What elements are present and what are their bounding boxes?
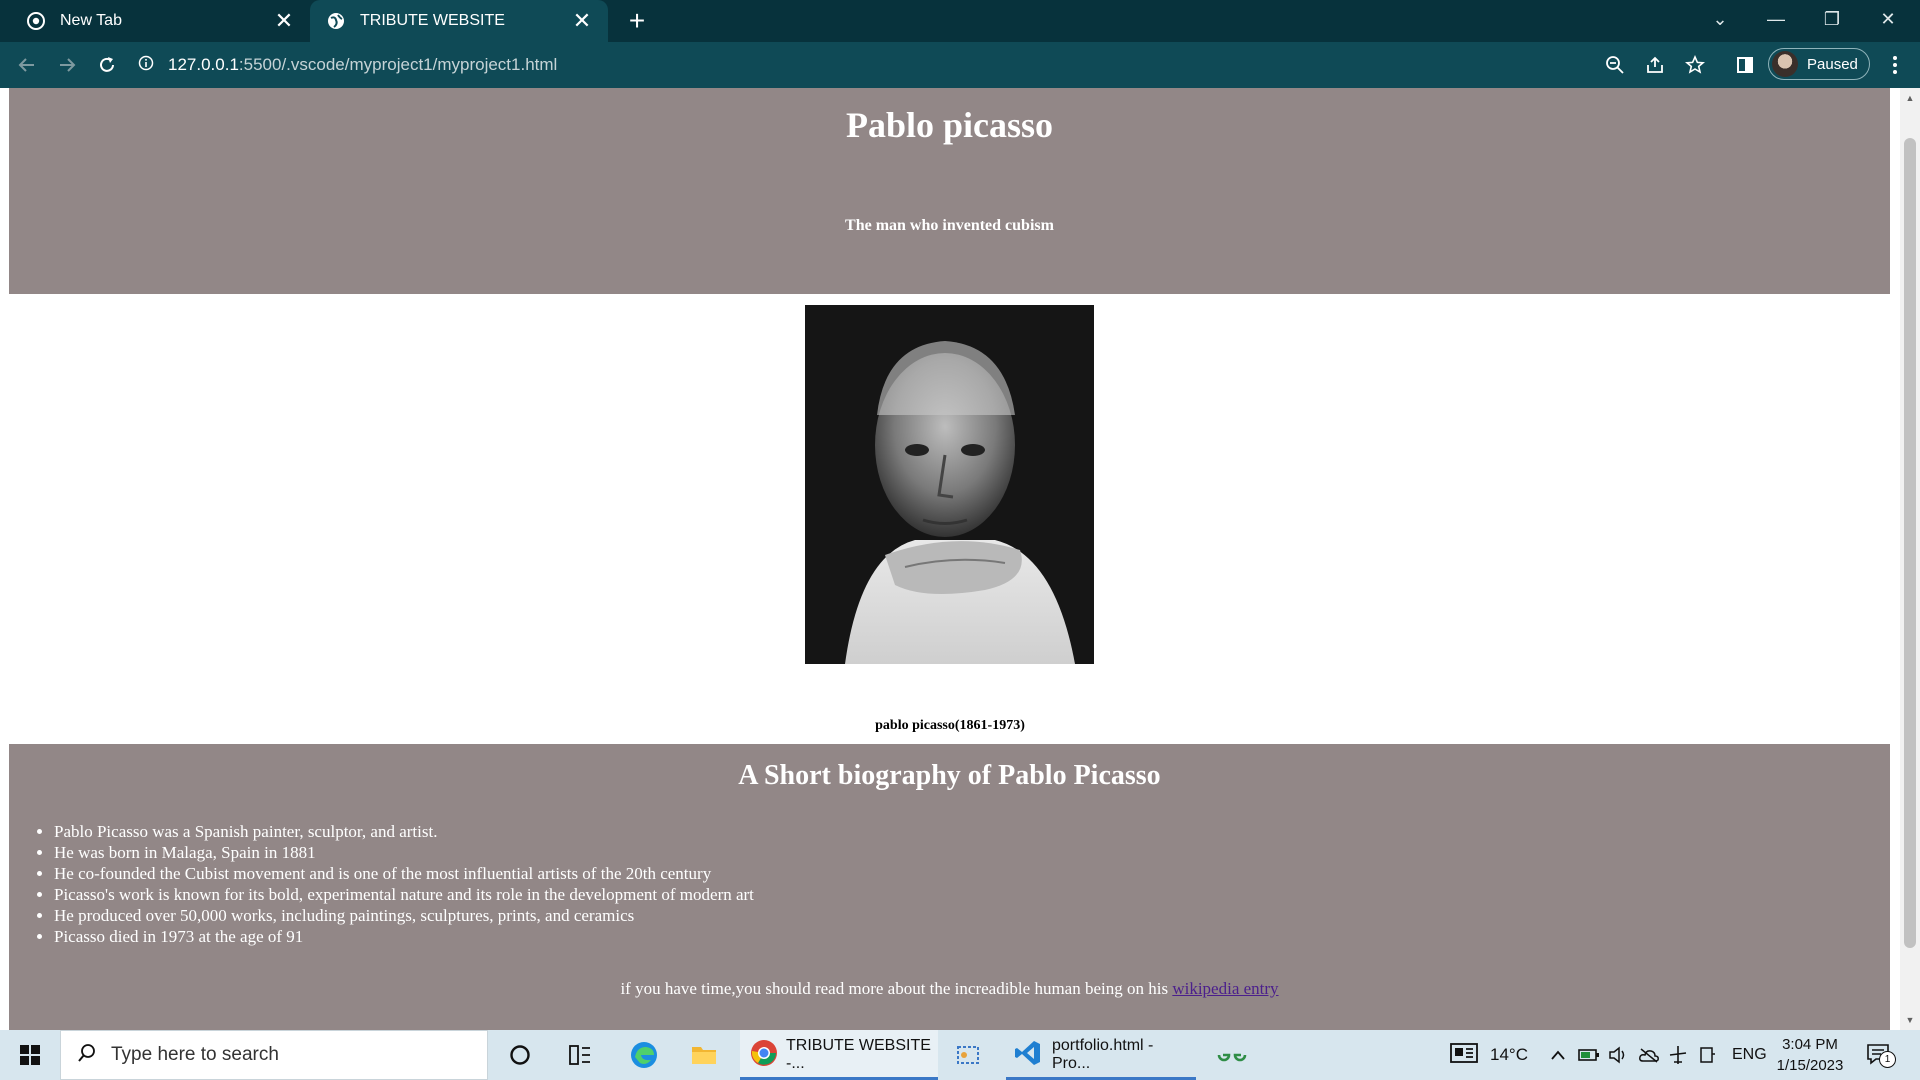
notification-icon: 1: [1866, 1042, 1896, 1068]
scroll-up-icon[interactable]: ▲: [1900, 90, 1920, 106]
device-icon[interactable]: [1698, 1030, 1716, 1080]
tray-overflow-icon[interactable]: [1550, 1030, 1566, 1080]
clock[interactable]: 3:04 PM 1/15/2023: [1760, 1034, 1860, 1076]
profile-label: Paused: [1807, 55, 1858, 73]
header-section: Pablo picasso The man who invented cubis…: [9, 88, 1890, 294]
page-scrollbar[interactable]: ▲ ▼: [1900, 88, 1920, 1030]
taskbar-search[interactable]: Type here to search: [60, 1030, 488, 1080]
close-window-button[interactable]: ✕: [1860, 0, 1916, 38]
search-placeholder: Type here to search: [111, 1044, 279, 1065]
close-icon[interactable]: ✕: [570, 8, 594, 33]
bookmark-star-icon[interactable]: [1680, 50, 1710, 80]
list-item: Picasso died in 1973 at the age of 91: [54, 926, 754, 947]
notification-center-button[interactable]: 1: [1866, 1030, 1896, 1080]
page-subtitle: The man who invented cubism: [845, 217, 1054, 234]
list-item: He produced over 50,000 works, including…: [54, 905, 754, 926]
list-item: Picasso's work is known for its bold, ex…: [54, 884, 754, 905]
taskbar-item-vscode[interactable]: portfolio.html - Pro...: [1006, 1030, 1196, 1080]
biography-section: A Short biography of Pablo Picasso Pablo…: [9, 744, 1890, 1030]
page-title: Pablo picasso: [845, 105, 1054, 145]
wikipedia-link[interactable]: wikipedia entry: [1172, 979, 1278, 998]
biography-list: Pablo Picasso was a Spanish painter, scu…: [9, 821, 754, 947]
search-icon: [77, 1043, 97, 1068]
cortana-icon[interactable]: [496, 1030, 544, 1080]
tab-tribute-website[interactable]: TRIBUTE WEBSITE ✕: [310, 0, 608, 42]
list-item: Pablo Picasso was a Spanish painter, scu…: [54, 821, 754, 842]
clock-time: 3:04 PM: [1782, 1036, 1838, 1053]
globe-icon: [326, 11, 346, 31]
tab-new-tab[interactable]: New Tab ✕: [10, 0, 310, 42]
scrollbar-thumb[interactable]: [1904, 138, 1916, 948]
geeksforgeeks-icon[interactable]: [1208, 1030, 1256, 1080]
windows-icon: [20, 1045, 40, 1065]
scroll-down-icon[interactable]: ▼: [1900, 1012, 1920, 1028]
arrow-left-icon: [18, 58, 34, 72]
avatar: [1772, 51, 1798, 77]
clock-date: 1/15/2023: [1776, 1057, 1844, 1074]
zoom-icon[interactable]: [1600, 50, 1630, 80]
side-panel-icon[interactable]: [1730, 50, 1760, 80]
biography-heading: A Short biography of Pablo Picasso: [738, 760, 1161, 791]
chrome-icon: [26, 11, 46, 31]
address-bar[interactable]: 127.0.0.1:5500/.vscode/myproject1/myproj…: [138, 47, 1438, 83]
edge-icon[interactable]: [620, 1030, 668, 1080]
info-icon[interactable]: [138, 55, 154, 76]
windows-taskbar: Type here to search TRIBUTE WEBSITE -...…: [0, 1030, 1920, 1080]
list-item: He co-founded the Cubist movement and is…: [54, 863, 754, 884]
reload-icon: [100, 57, 114, 72]
profile-button[interactable]: Paused: [1768, 48, 1870, 80]
taskbar-item-chrome[interactable]: TRIBUTE WEBSITE -...: [740, 1030, 938, 1080]
chrome-icon: [750, 1039, 778, 1072]
url-text: 127.0.0.1:5500/.vscode/myproject1/myproj…: [168, 55, 558, 74]
battery-icon[interactable]: [1578, 1030, 1600, 1080]
arrow-right-icon: [60, 58, 76, 72]
airplane-mode-icon[interactable]: [1668, 1030, 1688, 1080]
back-button[interactable]: [12, 50, 42, 80]
image-caption: pablo picasso(1861-1973): [875, 718, 1025, 733]
tab-title: TRIBUTE WEBSITE: [360, 12, 505, 29]
tab-title: New Tab: [60, 12, 122, 29]
vscode-icon: [1014, 1039, 1042, 1072]
new-tab-button[interactable]: +: [622, 6, 652, 36]
menu-dots-icon[interactable]: [1880, 50, 1910, 80]
read-more-text: if you have time,you should read more ab…: [620, 979, 1279, 998]
taskbar-item-label: portfolio.html - Pro...: [1052, 1037, 1154, 1072]
tab-search-icon[interactable]: ⌄: [1692, 0, 1748, 38]
start-button[interactable]: [0, 1030, 60, 1080]
volume-icon[interactable]: [1608, 1030, 1628, 1080]
portrait-image: [805, 305, 1094, 664]
temperature: 14°C: [1490, 1045, 1528, 1064]
browser-toolbar: 127.0.0.1:5500/.vscode/myproject1/myproj…: [0, 42, 1920, 88]
weather-widget[interactable]: 14°C: [1450, 1030, 1528, 1080]
tab-strip: New Tab ✕ TRIBUTE WEBSITE ✕ + ⌄ — ❐ ✕: [0, 0, 1920, 42]
restore-button[interactable]: ❐: [1804, 0, 1860, 38]
taskbar-item-label: TRIBUTE WEBSITE -...: [786, 1037, 931, 1072]
forward-button[interactable]: [52, 50, 82, 80]
task-view-icon[interactable]: [556, 1030, 604, 1080]
minimize-button[interactable]: —: [1748, 0, 1804, 38]
list-item: He was born in Malaga, Spain in 1881: [54, 842, 754, 863]
onedrive-icon[interactable]: [1638, 1030, 1660, 1080]
page-viewport: Pablo picasso The man who invented cubis…: [0, 88, 1900, 1030]
snipping-tool-icon[interactable]: [944, 1030, 992, 1080]
close-icon[interactable]: ✕: [272, 8, 296, 33]
file-explorer-icon[interactable]: [680, 1030, 728, 1080]
news-icon: [1450, 1042, 1478, 1068]
notification-badge: 1: [1879, 1051, 1896, 1068]
reload-button[interactable]: [92, 50, 122, 80]
share-icon[interactable]: [1640, 50, 1670, 80]
